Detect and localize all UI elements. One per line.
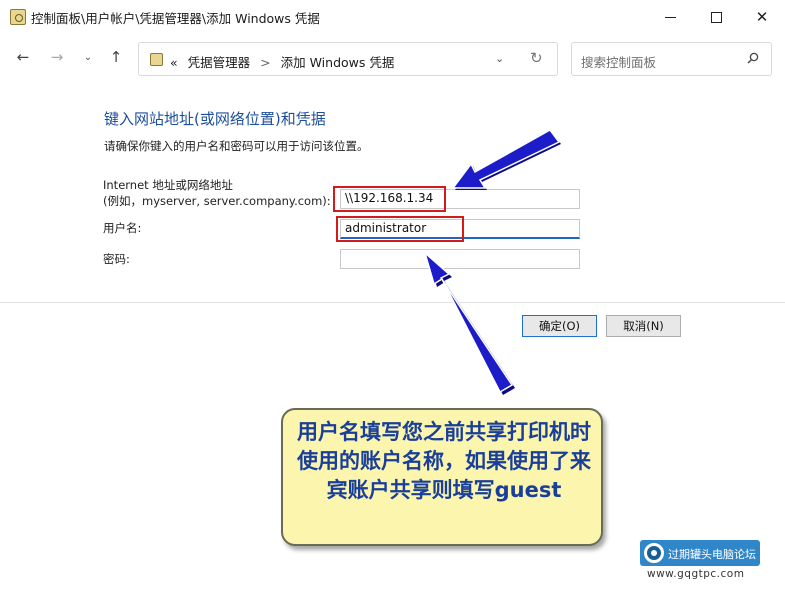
callout-text: 用户名填写您之前共享打印机时使用的账户名称，如果使用了来宾账户共享则填写gues… xyxy=(297,420,591,502)
instruction-callout: 用户名填写您之前共享打印机时使用的账户名称，如果使用了来宾账户共享则填写gues… xyxy=(281,408,603,546)
arrow-to-username xyxy=(423,250,515,395)
watermark-badge: 过期罐头电脑论坛 xyxy=(640,540,760,566)
credential-manager-window: 控制面板\用户帐户\凭据管理器\添加 Windows 凭据 ✕ ← → ⌄ ↑ … xyxy=(0,0,785,595)
arrow-to-address xyxy=(451,129,561,190)
forum-logo-icon xyxy=(644,543,664,563)
watermark-url: www.gqgtpc.com xyxy=(647,568,745,580)
watermark-site-name: 过期罐头电脑论坛 xyxy=(668,548,756,561)
